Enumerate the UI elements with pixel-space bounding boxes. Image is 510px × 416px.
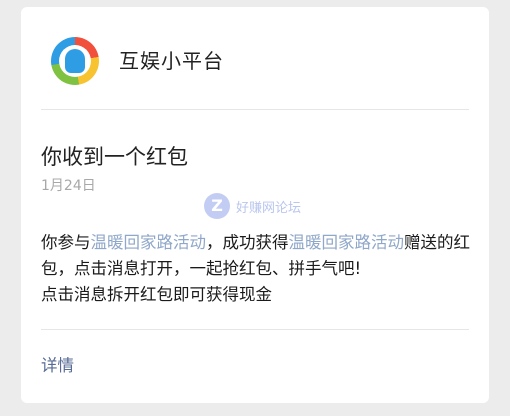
message-date: 1月24日: [41, 178, 96, 194]
watermark-logo-icon: Z: [204, 193, 230, 219]
event-name-highlight: 温暖回家路活动: [288, 233, 405, 252]
app-logo-icon: [51, 37, 99, 85]
penguin-glyph-icon: [65, 49, 85, 73]
body-text: 你参与: [41, 233, 91, 252]
event-name-highlight: 温暖回家路活动: [90, 233, 207, 252]
body-text: ，成功获得: [206, 233, 289, 252]
message-title: 你收到一个红包: [41, 145, 188, 169]
watermark-text: 好赚网论坛: [236, 200, 302, 216]
header-divider: [41, 109, 469, 110]
message-card[interactable]: 互娱小平台 你收到一个红包 1月24日 Z 好赚网论坛 你参与温暖回家路活动，成…: [21, 7, 489, 403]
card-header: 互娱小平台: [21, 7, 489, 109]
message-body: 你参与温暖回家路活动，成功获得温暖回家路活动赠送的红包，点击消息打开，一起抢红包…: [41, 230, 473, 308]
details-link[interactable]: 详情: [41, 352, 74, 376]
body-text-line3: 点击消息拆开红包即可获得现金: [41, 285, 272, 304]
app-name: 互娱小平台: [119, 49, 224, 73]
footer-divider: [41, 329, 469, 330]
watermark: Z 好赚网论坛: [204, 191, 301, 221]
